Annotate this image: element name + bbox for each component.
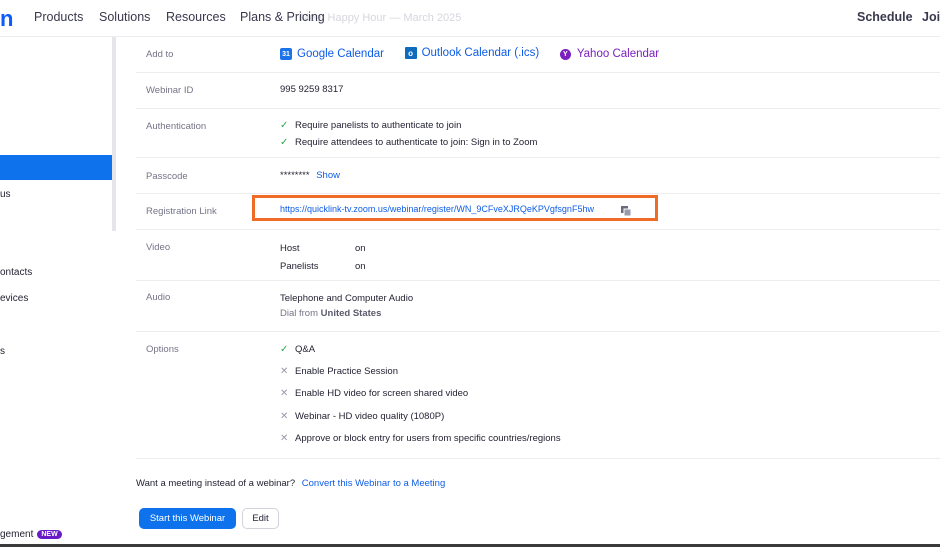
video-host-value: on — [355, 243, 366, 254]
registration-link-url[interactable]: https://quicklink-tv.zoom.us/webinar/reg… — [280, 204, 594, 214]
row-options: Options ✓ Q&A ✕ Enable Practice Session ✕ E… — [136, 332, 940, 459]
calendar-links: 31 Google Calendar o Outlook Calendar (.… — [280, 47, 677, 60]
top-nav: n Products Solutions Resources Meet Happ… — [0, 0, 940, 37]
sidebar-item-label: gement — [0, 529, 34, 540]
label-passcode: Passcode — [146, 171, 188, 182]
row-audio: Audio Telephone and Computer Audio Dial … — [136, 281, 940, 332]
sidebar-item-contacts[interactable]: ontacts — [0, 267, 32, 278]
auth-item: ✓ Require attendees to authenticate to jo… — [280, 137, 537, 148]
passcode-value: ******** Show — [280, 170, 340, 181]
option-text: Q&A — [295, 344, 316, 355]
new-badge: NEW — [37, 530, 62, 539]
label-options: Options — [146, 344, 179, 355]
outlook-calendar-icon: o — [404, 47, 417, 59]
row-webinar-id: Webinar ID 995 9259 8317 — [136, 73, 940, 109]
webinar-details: Add to 31 Google Calendar o Outlook Cale… — [116, 37, 940, 547]
sidebar-item-1[interactable]: us — [0, 189, 11, 200]
dial-from-country: United States — [320, 308, 382, 319]
convert-prompt: Want a meeting instead of a webinar? Con… — [136, 478, 445, 489]
outlook-calendar-link[interactable]: o Outlook Calendar (.ics) — [404, 47, 540, 59]
option-item: ✓ Q&A — [280, 344, 315, 355]
outlook-calendar-label: Outlook Calendar (.ics) — [421, 47, 540, 59]
option-item: ✕ Webinar - HD video quality (1080P) — [280, 411, 444, 422]
auth-item: ✓ Require panelists to authenticate to jo… — [280, 120, 461, 131]
video-host-label: Host — [280, 243, 300, 254]
row-video: Video Host on Panelists on — [136, 230, 940, 281]
option-item: ✕ Approve or block entry for users from s… — [280, 433, 561, 444]
yahoo-calendar-label: Yahoo Calendar — [576, 48, 660, 60]
convert-to-meeting-link[interactable]: Convert this Webinar to a Meeting — [302, 478, 445, 489]
dial-from-label: Dial from — [280, 308, 319, 319]
row-add-to: Add to 31 Google Calendar o Outlook Cale… — [136, 37, 940, 73]
sidebar-item-4[interactable]: s — [0, 346, 5, 357]
webinar-id-value: 995 9259 8317 — [280, 84, 344, 95]
label-add-to: Add to — [146, 49, 174, 60]
sidebar-item-management[interactable]: gement NEW — [0, 529, 62, 540]
video-panelists-value: on — [355, 261, 366, 272]
x-icon: ✕ — [280, 433, 289, 444]
google-calendar-label: Google Calendar — [297, 48, 384, 60]
nav-resources[interactable]: Resources — [166, 10, 226, 24]
label-audio: Audio — [146, 292, 171, 303]
sidebar — [0, 37, 112, 547]
google-calendar-icon: 31 — [280, 48, 292, 60]
auth-item-text: Require attendees to authenticate to joi… — [295, 137, 538, 148]
passcode-mask: ******** — [280, 170, 310, 181]
label-authentication: Authentication — [146, 121, 207, 132]
google-calendar-link[interactable]: 31 Google Calendar — [280, 48, 384, 60]
row-authentication: Authentication ✓ Require panelists to aut… — [136, 109, 940, 158]
option-text: Enable HD video for screen shared video — [295, 388, 469, 399]
check-icon: ✓ — [280, 137, 289, 148]
label-webinar-id: Webinar ID — [146, 85, 194, 96]
check-icon: ✓ — [280, 120, 289, 131]
nav-join[interactable]: Join — [922, 10, 940, 24]
option-text: Enable Practice Session — [295, 366, 398, 377]
nav-plans-pricing[interactable]: Plans & Pricing — [240, 10, 325, 24]
auth-item-text: Require panelists to authenticate to joi… — [295, 120, 462, 131]
row-passcode: Passcode ******** Show — [136, 158, 940, 194]
sidebar-item-active[interactable] — [0, 155, 112, 180]
nav-solutions[interactable]: Solutions — [99, 10, 150, 24]
nav-schedule[interactable]: Schedule — [857, 10, 913, 24]
video-panelists-label: Panelists — [280, 261, 319, 272]
copy-icon[interactable] — [621, 203, 632, 221]
nav-products[interactable]: Products — [34, 10, 83, 24]
x-icon: ✕ — [280, 388, 289, 399]
option-item: ✕ Enable Practice Session — [280, 366, 398, 377]
convert-question: Want a meeting instead of a webinar? — [136, 478, 296, 489]
sidebar-item-devices[interactable]: evices — [0, 293, 28, 304]
option-text: Approve or block entry for users from sp… — [295, 433, 561, 444]
option-item: ✕ Enable HD video for screen shared video — [280, 388, 468, 399]
show-passcode-link[interactable]: Show — [316, 170, 340, 181]
yahoo-calendar-link[interactable]: Y Yahoo Calendar — [559, 48, 660, 60]
zoom-logo[interactable]: n — [0, 6, 13, 32]
check-icon: ✓ — [280, 344, 289, 355]
x-icon: ✕ — [280, 366, 289, 377]
audio-dial-from: Dial from United States — [280, 308, 381, 319]
start-webinar-button[interactable]: Start this Webinar — [139, 508, 236, 529]
audio-value: Telephone and Computer Audio — [280, 293, 414, 304]
label-registration-link: Registration Link — [146, 206, 217, 217]
label-video: Video — [146, 242, 171, 253]
edit-button[interactable]: Edit — [242, 508, 279, 529]
registration-link-highlight: https://quicklink-tv.zoom.us/webinar/reg… — [252, 195, 658, 221]
option-text: Webinar - HD video quality (1080P) — [295, 411, 445, 422]
x-icon: ✕ — [280, 411, 289, 422]
yahoo-calendar-icon: Y — [559, 48, 571, 60]
